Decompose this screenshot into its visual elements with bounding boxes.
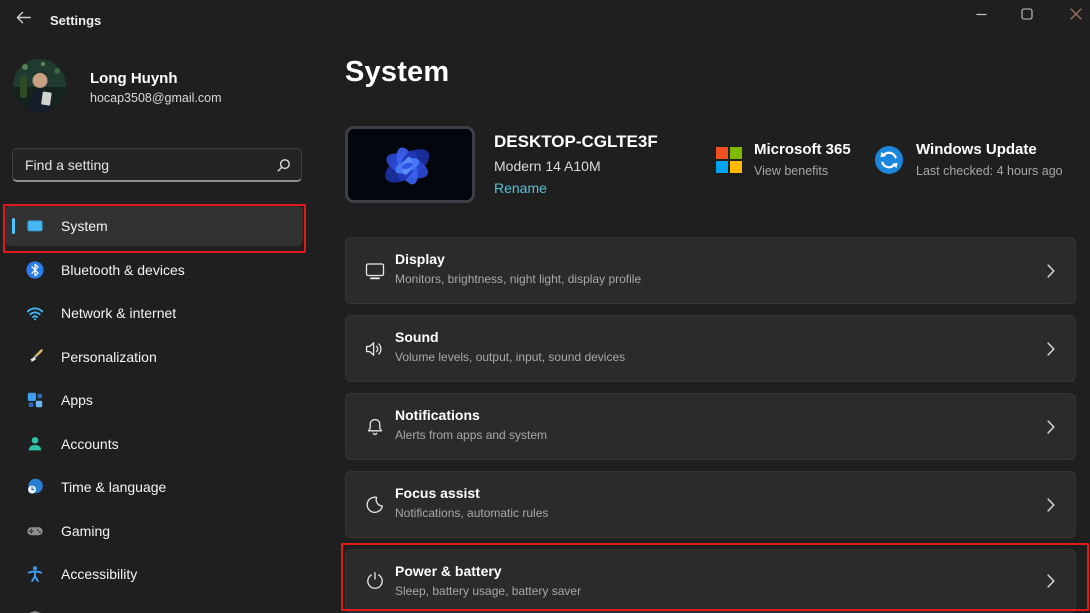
privacy-icon (25, 608, 45, 613)
sidebar-item-accounts[interactable]: Accounts (5, 424, 303, 464)
setting-row-focus-assist[interactable]: Focus assist Notifications, automatic ru… (345, 471, 1076, 538)
microsoft-logo (716, 147, 742, 173)
search-input[interactable] (13, 149, 301, 180)
back-arrow-icon (14, 8, 33, 32)
settings-window: Settings Long Huynh hocap3508@gmail.com … (0, 0, 1090, 613)
device-name: DESKTOP-CGLTE3F (494, 132, 658, 151)
sidebar-nav: System Bluetooth & devices Network & int… (5, 206, 303, 613)
maximize-icon (1021, 7, 1033, 25)
microsoft365-title[interactable]: Microsoft 365 (754, 141, 851, 158)
back-button[interactable] (10, 9, 36, 31)
sidebar-item-network-internet[interactable]: Network & internet (5, 293, 303, 333)
bluetooth-icon (25, 260, 45, 280)
setting-row-power-battery[interactable]: Power & battery Sleep, battery usage, ba… (345, 549, 1076, 613)
chevron-right-icon (1047, 341, 1055, 356)
user-name: Long Huynh (90, 70, 178, 87)
sidebar-item-bluetooth-devices[interactable]: Bluetooth & devices (5, 250, 303, 290)
sidebar-item-system[interactable]: System (5, 206, 303, 246)
personalization-icon (25, 347, 45, 367)
accessibility-icon (25, 564, 45, 584)
notifications-icon (363, 415, 387, 439)
display-icon (363, 259, 387, 283)
sound-icon (363, 337, 387, 361)
chevron-right-icon (1047, 419, 1055, 434)
time-language-icon (25, 477, 45, 497)
setting-row-notifications[interactable]: Notifications Alerts from apps and syste… (345, 393, 1076, 460)
windows-update-subtitle: Last checked: 4 hours ago (916, 164, 1063, 178)
rename-link[interactable]: Rename (494, 180, 547, 196)
accounts-icon (25, 434, 45, 454)
setting-row-sound[interactable]: Sound Volume levels, output, input, soun… (345, 315, 1076, 382)
minimize-icon (976, 7, 987, 25)
window-title: Settings (50, 13, 102, 28)
device-wallpaper-thumbnail (345, 126, 475, 203)
chevron-right-icon (1047, 263, 1055, 278)
search-icon (275, 157, 292, 174)
maximize-button[interactable] (1004, 0, 1050, 32)
apps-icon (25, 390, 45, 410)
system-icon (25, 216, 45, 236)
search-box (12, 148, 302, 182)
sidebar-item-personalization[interactable]: Personalization (5, 337, 303, 377)
microsoft365-subtitle: View benefits (754, 164, 829, 178)
setting-row-display[interactable]: Display Monitors, brightness, night ligh… (345, 237, 1076, 304)
avatar[interactable] (13, 59, 66, 112)
gaming-icon (25, 521, 45, 541)
power-icon (363, 569, 387, 593)
chevron-right-icon (1047, 497, 1055, 512)
device-model: Modern 14 A10M (494, 158, 601, 174)
windows-update-title[interactable]: Windows Update (916, 141, 1037, 158)
page-title: System (345, 56, 450, 88)
windows-update-icon (874, 145, 904, 175)
sidebar-item-accessibility[interactable]: Accessibility (5, 554, 303, 594)
sidebar-item-time-language[interactable]: Time & language (5, 467, 303, 507)
chevron-right-icon (1047, 574, 1055, 588)
close-icon (1070, 7, 1082, 25)
network-icon (25, 303, 45, 323)
sidebar-item-gaming[interactable]: Gaming (5, 511, 303, 551)
selection-indicator (12, 218, 15, 234)
sidebar-item-privacy-security[interactable]: Privacy & security (5, 598, 303, 613)
user-email: hocap3508@gmail.com (90, 91, 222, 105)
close-button[interactable] (1056, 0, 1090, 32)
minimize-button[interactable] (958, 0, 1004, 32)
focus-assist-icon (363, 493, 387, 517)
sidebar-item-apps[interactable]: Apps (5, 380, 303, 420)
